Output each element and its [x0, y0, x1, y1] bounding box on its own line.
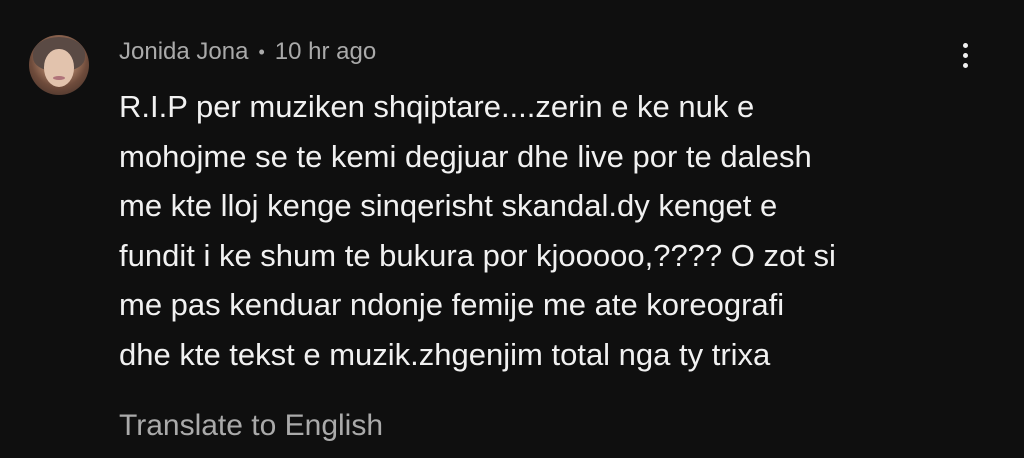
- timestamp[interactable]: 10 hr ago: [275, 36, 376, 68]
- separator-dot: •: [258, 42, 265, 62]
- comment-text-line: me pas kenduar ndonje femije me ate kore…: [119, 287, 785, 322]
- avatar-lips: [53, 76, 65, 80]
- comment-text-line: R.I.P per muziken shqiptare....zerin e k…: [119, 89, 755, 124]
- menu-dot: [962, 42, 968, 48]
- comment-text-line: fundit i ke shum te bukura por kjooooo,?…: [119, 237, 836, 273]
- comment-text-line: mohojme se te kemi degjuar dhe live por …: [119, 138, 812, 174]
- avatar-face: [44, 49, 74, 87]
- comment-text-line: dhe kte tekst e muzik.zhgenjim total nga…: [119, 336, 771, 372]
- avatar[interactable]: [29, 35, 89, 95]
- comment-text-line: me kte lloj kenge sinqerisht skandal.dy …: [119, 188, 778, 223]
- menu-dot: [962, 62, 968, 68]
- translate-button[interactable]: Translate to English: [119, 406, 383, 446]
- author-name[interactable]: Jonida Jona: [119, 36, 248, 68]
- menu-dot: [962, 52, 968, 58]
- more-vert-icon[interactable]: [950, 38, 980, 72]
- comment-text: R.I.P per muziken shqiptare....zerin e k…: [119, 82, 939, 379]
- comment-item: Jonida Jona • 10 hr ago R.I.P per muzike…: [0, 0, 1024, 458]
- comment-header: Jonida Jona • 10 hr ago: [119, 36, 376, 68]
